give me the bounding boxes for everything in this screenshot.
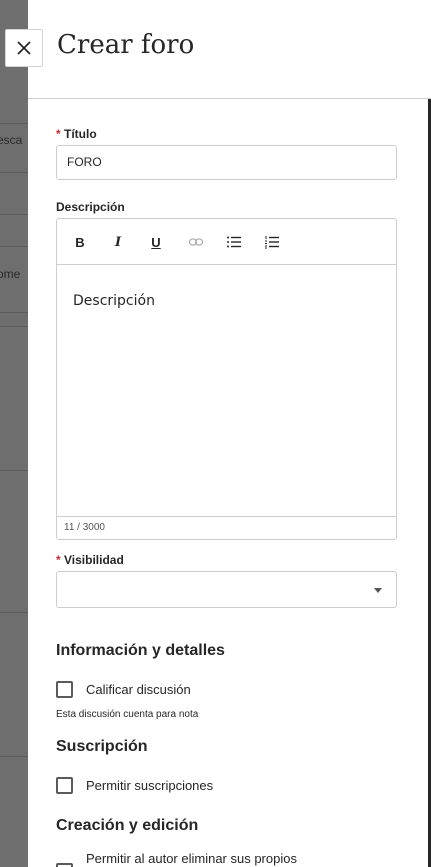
background-divider [0, 756, 28, 757]
panel-title: Crear foro [57, 30, 195, 60]
link-icon [188, 238, 204, 246]
author-delete-label: Permitir al autor eliminar sus propios [86, 851, 297, 866]
checkbox-box[interactable] [56, 863, 73, 867]
bold-button[interactable]: B [73, 233, 87, 251]
italic-icon: I [114, 234, 122, 250]
subscription-section-title: Suscripción [56, 738, 148, 755]
checkbox-box[interactable] [56, 681, 73, 698]
background-divider [0, 326, 28, 327]
title-label: * Título [56, 127, 97, 141]
checkbox-box[interactable] [56, 777, 73, 794]
numbered-list-button[interactable] [263, 233, 281, 251]
close-button[interactable] [5, 29, 43, 67]
background-text: esca [0, 133, 23, 147]
close-icon [17, 41, 31, 55]
author-delete-checkbox[interactable]: Permitir al autor eliminar sus propios [56, 851, 297, 867]
allow-subscriptions-label: Permitir suscripciones [86, 778, 214, 793]
background-divider [0, 214, 28, 215]
background-divider [0, 172, 28, 173]
background-divider [0, 246, 28, 247]
panel-header: Crear foro [28, 0, 431, 99]
background-divider [0, 123, 28, 124]
grade-discussion-checkbox[interactable]: Calificar discusión [56, 681, 191, 698]
bold-icon: B [75, 234, 85, 250]
bulleted-list-button[interactable] [225, 233, 243, 251]
required-marker: * [56, 553, 61, 567]
visibility-select[interactable] [56, 571, 397, 608]
description-label: Descripción [56, 200, 125, 214]
required-marker: * [56, 127, 61, 141]
numbered-list-icon [265, 236, 279, 249]
creation-section-title: Creación y edición [56, 817, 199, 834]
background-divider [0, 470, 28, 471]
link-button[interactable] [187, 233, 205, 251]
grade-helper-text: Esta discusión cuenta para nota [56, 709, 199, 720]
underline-button[interactable]: U [149, 233, 163, 251]
bulleted-list-icon [227, 236, 241, 248]
character-counter: 11 / 3000 [57, 516, 396, 539]
background-page: esca ome [0, 0, 28, 867]
visibility-label-text: Visibilidad [64, 553, 124, 567]
description-editor-text[interactable]: Descripción [73, 293, 155, 309]
chevron-down-icon [374, 588, 382, 593]
title-label-text: Título [64, 127, 97, 141]
editor-toolbar: B I U [57, 219, 396, 265]
grade-discussion-label: Calificar discusión [86, 682, 191, 697]
italic-button[interactable]: I [111, 233, 125, 251]
title-input-value: FORO [67, 155, 102, 169]
visibility-label: * Visibilidad [56, 553, 124, 567]
background-divider [0, 312, 28, 313]
underline-icon: U [151, 234, 161, 250]
info-section-title: Información y detalles [56, 642, 225, 659]
background-divider [0, 612, 28, 613]
background-text: ome [0, 267, 21, 281]
description-editor: B I U Descripción 11 / 3000 [56, 218, 397, 540]
title-input[interactable]: FORO [56, 145, 397, 180]
allow-subscriptions-checkbox[interactable]: Permitir suscripciones [56, 777, 213, 794]
